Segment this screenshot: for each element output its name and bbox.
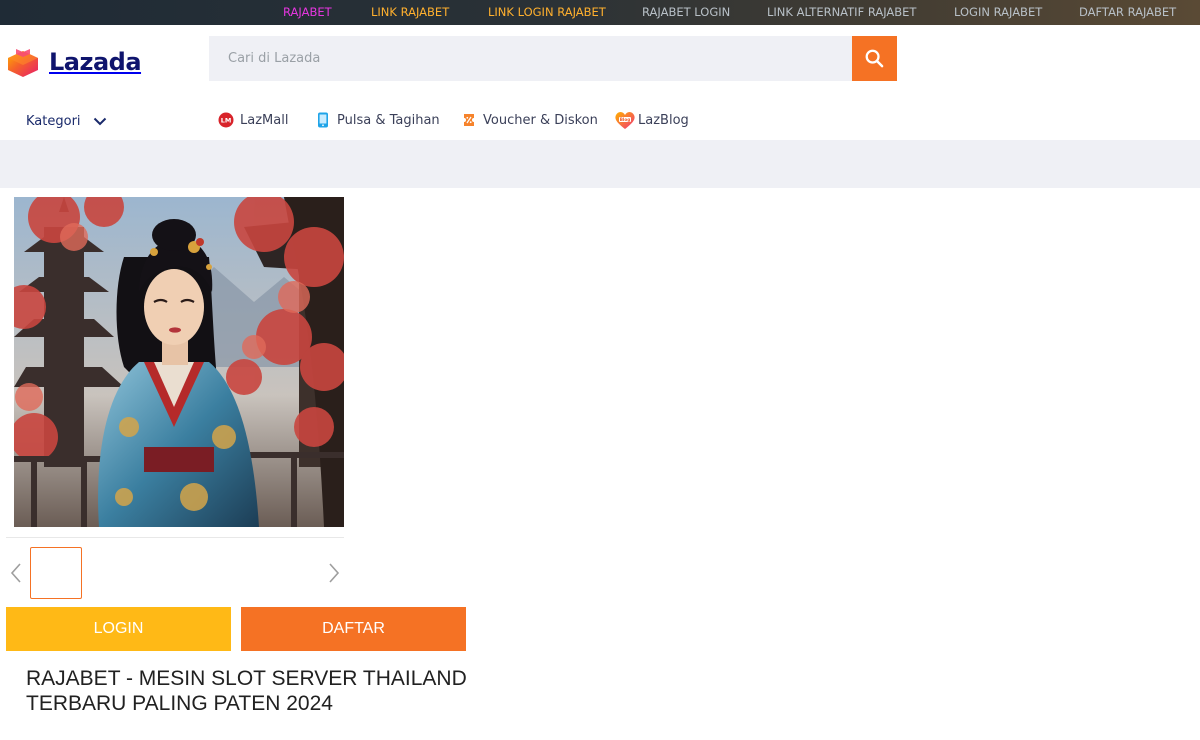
nav-item-lazblog[interactable]: Blog LazBlog xyxy=(614,109,689,131)
top-link-rajabet-login[interactable]: RAJABET LOGIN xyxy=(642,0,730,25)
top-link-login-rajabet[interactable]: LOGIN RAJABET xyxy=(954,0,1042,25)
top-link-link-login-rajabet[interactable]: LINK LOGIN RAJABET xyxy=(488,0,606,25)
top-link-bar: RAJABET LINK RAJABET LINK LOGIN RAJABET … xyxy=(0,0,1200,25)
svg-text:LM: LM xyxy=(221,117,232,125)
login-button[interactable]: LOGIN xyxy=(6,607,231,651)
voucher-icon xyxy=(464,114,474,126)
kategori-label: Kategori xyxy=(26,113,81,129)
search-input[interactable] xyxy=(209,36,853,81)
chevron-left-icon xyxy=(10,563,21,583)
chevron-down-icon xyxy=(93,117,106,125)
lazada-heart-icon xyxy=(8,49,38,77)
top-link-rajabet[interactable]: RAJABET xyxy=(283,0,332,25)
lazmall-icon: LM xyxy=(218,112,234,128)
chevron-right-icon xyxy=(329,563,340,583)
nav-label-lazmall: LazMall xyxy=(240,112,289,128)
daftar-button[interactable]: DAFTAR xyxy=(241,607,466,651)
phone-icon xyxy=(318,112,328,128)
nav-item-lazmall[interactable]: LM LazMall xyxy=(218,109,288,131)
nav-label-voucher-diskon: Voucher & Diskon xyxy=(483,112,598,128)
product-main-image[interactable] xyxy=(14,197,344,527)
gallery-next-button[interactable] xyxy=(324,560,344,586)
nav-item-voucher-diskon[interactable]: Voucher & Diskon xyxy=(461,109,598,131)
logo-text: Lazada xyxy=(49,48,142,76)
geisha-illustration xyxy=(14,197,344,527)
search-icon xyxy=(865,49,884,68)
category-banner-strip xyxy=(0,140,1200,188)
gallery-thumbnail[interactable] xyxy=(30,547,82,599)
svg-text:Blog: Blog xyxy=(620,117,631,122)
gallery-divider xyxy=(6,537,344,538)
search-button[interactable] xyxy=(852,36,897,81)
lazada-logo[interactable]: Lazada xyxy=(6,46,156,78)
top-link-link-alternatif[interactable]: LINK ALTERNATIF RAJABET xyxy=(767,0,916,25)
top-link-daftar-rajabet[interactable]: DAFTAR RAJABET xyxy=(1079,0,1176,25)
nav-item-pulsa-tagihan[interactable]: Pulsa & Tagihan xyxy=(315,109,440,131)
nav-label-pulsa-tagihan: Pulsa & Tagihan xyxy=(337,112,440,128)
nav-label-lazblog: LazBlog xyxy=(638,112,689,128)
gallery-prev-button[interactable] xyxy=(6,560,26,586)
top-link-link-rajabet[interactable]: LINK RAJABET xyxy=(371,0,449,25)
lazblog-icon: Blog xyxy=(615,112,635,129)
product-title: RAJABET - MESIN SLOT SERVER THAILAND TER… xyxy=(26,667,467,715)
kategori-dropdown[interactable]: Kategori xyxy=(26,111,107,131)
